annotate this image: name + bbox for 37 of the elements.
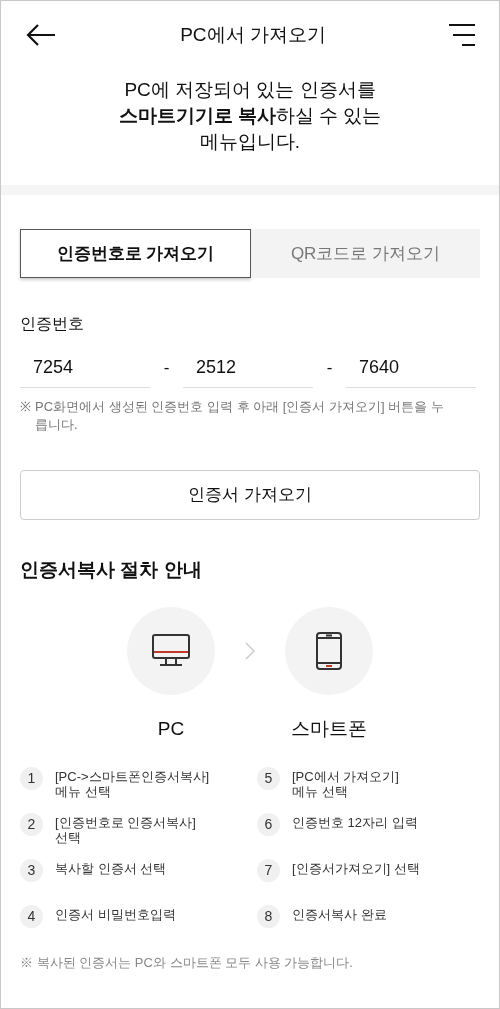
step-text: 인증서복사 완료 <box>292 906 387 922</box>
step-number: 4 <box>20 905 43 928</box>
code-label: 인증번호 <box>20 314 85 334</box>
step-text: [PC->스마트폰인증서복사] 메뉴 선택 <box>55 768 210 799</box>
separator: - <box>325 357 334 380</box>
smartphone-icon <box>316 631 342 670</box>
step-text: 복사할 인증서 선택 <box>55 860 167 876</box>
import-button[interactable]: 인증서 가져오기 <box>20 470 480 520</box>
tab[interactable]: 인증번호로 가져오기 <box>20 229 251 278</box>
note-text: PC화면에서 생성된 인증번호 입력 후 아래 [인증서 가져오기] 버튼을 누릅니다. <box>35 398 445 434</box>
monitor-icon <box>152 633 190 668</box>
device-label: 스마트폰 <box>291 716 367 741</box>
step-text: 인증번호 12자리 입력 <box>292 814 418 830</box>
step-text: [PC에서 가져오기] 메뉴 선택 <box>292 768 399 799</box>
code-field[interactable]: 7254 <box>20 348 150 388</box>
step-text: 인증서 비밀번호입력 <box>55 906 176 922</box>
step-text: [인증번호로 인증서복사] 선택 <box>55 814 196 845</box>
page-title: PC에서 가져오기 <box>180 22 326 47</box>
menu-button[interactable] <box>447 22 475 48</box>
step-number: 5 <box>257 767 280 790</box>
device-label: PC <box>157 716 185 741</box>
step-number: 2 <box>20 813 43 836</box>
separator: - <box>162 357 171 380</box>
note-mark: ※ <box>20 398 31 416</box>
step-number: 6 <box>257 813 280 836</box>
step-text: [인증서가져오기] 선택 <box>292 860 420 876</box>
section-title: 인증서복사 절차 안내 <box>20 558 203 582</box>
footnote: ※ 복사된 인증서는 PC와 스마트폰 모두 사용 가능합니다. <box>20 954 354 972</box>
code-field[interactable]: 2512 <box>183 348 313 388</box>
step-number: 8 <box>257 905 280 928</box>
step-number: 3 <box>20 859 43 882</box>
tab[interactable]: QR코드로 가져오기 <box>251 229 480 278</box>
code-field[interactable]: 7640 <box>346 348 476 388</box>
chevron-icon <box>245 641 255 660</box>
step-number: 1 <box>20 767 43 790</box>
step-number: 7 <box>257 859 280 882</box>
intro-text: PC에 저장되어 있는 인증서를 스마트기기로 복사하실 수 있는 메뉴입니다. <box>117 78 383 154</box>
